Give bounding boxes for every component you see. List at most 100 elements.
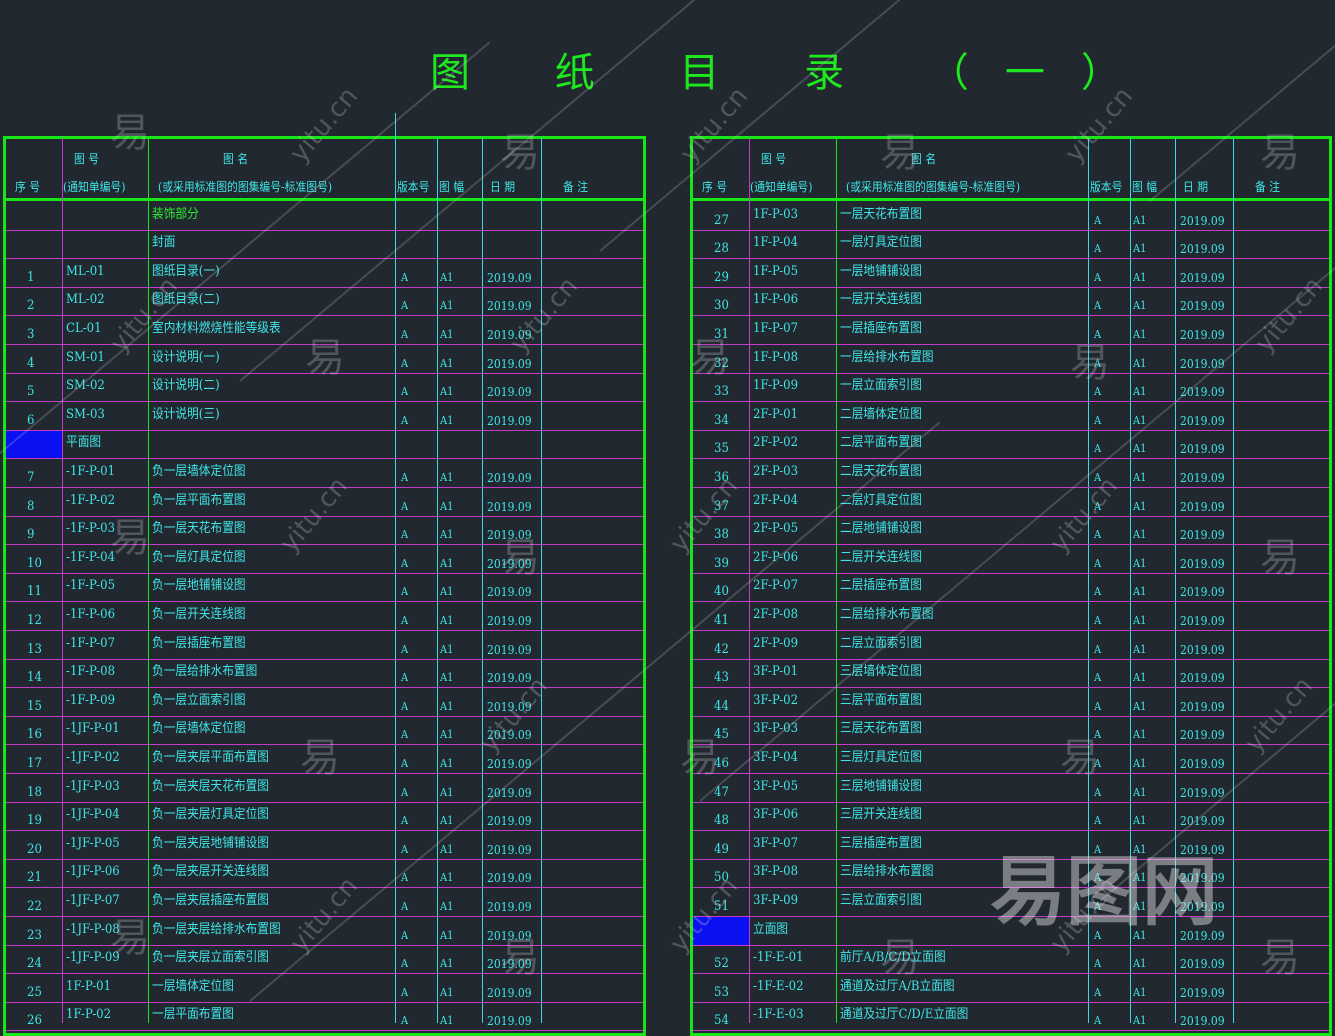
sheet-number: 4 bbox=[26, 355, 34, 371]
sheet-version: A bbox=[401, 328, 409, 341]
sheet-name: 前厅A/B/C/D立面图 bbox=[840, 950, 946, 966]
sheet-code: ML-02 bbox=[66, 292, 105, 308]
sheet-name: 负一层夹层开关连线图 bbox=[152, 864, 270, 880]
sheet-name: 负一层平面布置图 bbox=[152, 492, 246, 508]
sheet-size: A1 bbox=[440, 528, 454, 542]
sheet-size: A1 bbox=[1133, 499, 1147, 513]
sheet-version: A bbox=[1094, 471, 1102, 484]
right-row-divider bbox=[693, 401, 1329, 403]
sheet-version: A bbox=[401, 814, 409, 828]
sheet-number: 43 bbox=[713, 670, 729, 686]
left-row-divider bbox=[6, 858, 643, 860]
sheet-name: 图纸目录(一) bbox=[152, 263, 220, 279]
sheet-name: 通道及过厅C/D/E立面图 bbox=[840, 1007, 969, 1023]
sheet-code: -1F-P-04 bbox=[66, 549, 116, 565]
sheet-date: 2019.09 bbox=[487, 471, 532, 485]
sheet-number: 12 bbox=[26, 613, 42, 628]
sheet-version: A bbox=[1094, 1014, 1102, 1028]
sheet-number: 32 bbox=[713, 355, 729, 371]
sheet-version: A bbox=[1094, 900, 1102, 913]
sheet-code: -1F-P-03 bbox=[66, 521, 116, 537]
sheet-date: 2019.09 bbox=[1180, 270, 1225, 285]
left-row-divider bbox=[6, 744, 643, 746]
sheet-version: A bbox=[401, 299, 409, 313]
right-row-divider bbox=[693, 687, 1329, 689]
sheet-number: 20 bbox=[26, 841, 42, 857]
sheet-date: 2019.09 bbox=[487, 757, 532, 771]
sheet-name: 二层开关连线图 bbox=[840, 549, 922, 565]
left-header-divider bbox=[3, 198, 646, 201]
sheet-version: A bbox=[1094, 299, 1102, 313]
sheet-size: A1 bbox=[1133, 842, 1147, 856]
left-row-divider bbox=[6, 658, 643, 660]
sheet-date: 2019.09 bbox=[487, 728, 532, 743]
sheet-number: 16 bbox=[26, 727, 42, 743]
left-row-divider bbox=[6, 458, 643, 460]
sheet-size: A1 bbox=[440, 328, 454, 341]
sheet-version: A bbox=[1094, 842, 1102, 856]
sheet-name: 二层地铺铺设图 bbox=[840, 521, 922, 537]
right-header-name: 图 名 bbox=[911, 152, 937, 166]
left-row-divider bbox=[6, 973, 643, 975]
right-column-divider bbox=[1175, 138, 1176, 1023]
sheet-name: 负一层插座布置图 bbox=[152, 635, 246, 651]
sheet-code: -1F-P-05 bbox=[66, 578, 116, 594]
sheet-number: 8 bbox=[26, 498, 34, 514]
sheet-code: 2F-P-09 bbox=[753, 635, 799, 651]
sheet-size: A1 bbox=[1133, 928, 1147, 942]
sheet-name: 一层开关连线图 bbox=[840, 292, 922, 308]
right-row-divider bbox=[693, 973, 1329, 975]
sheet-code: 1F-P-03 bbox=[753, 206, 799, 222]
sheet-size: A1 bbox=[1133, 900, 1147, 913]
sheet-name: 三层开关连线图 bbox=[840, 807, 922, 823]
sheet-date: 2019.09 bbox=[1180, 328, 1225, 342]
drawing-title: 图 纸 目 录 （一） bbox=[430, 50, 1157, 96]
sheet-name: 负一层夹层天花布置图 bbox=[152, 778, 270, 794]
sheet-name: 负一层开关连线图 bbox=[152, 607, 246, 622]
sheet-size: A1 bbox=[1133, 785, 1147, 799]
right-header-name-sub: (或采用标准图的图集编号-标准图号) bbox=[846, 180, 1021, 194]
left-row-divider bbox=[6, 1030, 643, 1032]
sheet-code: 1F-P-02 bbox=[66, 1007, 112, 1023]
right-column-divider bbox=[1233, 138, 1234, 1023]
sheet-name: 三层地铺铺设图 bbox=[840, 778, 922, 794]
sheet-number: 35 bbox=[713, 441, 729, 457]
sheet-date: 2019.09 bbox=[1180, 213, 1225, 228]
sheet-version: A bbox=[1094, 957, 1102, 971]
sheet-name: 负一层立面索引图 bbox=[152, 692, 246, 708]
sheet-version: A bbox=[1094, 413, 1102, 427]
sheet-number: 46 bbox=[713, 756, 729, 771]
sheet-size: A1 bbox=[440, 671, 454, 685]
left-row-divider bbox=[6, 258, 643, 260]
sheet-date: 2019.09 bbox=[487, 528, 532, 543]
left-header-name: 图 名 bbox=[223, 152, 249, 166]
sheet-version: A bbox=[401, 699, 409, 713]
sheet-code: 2F-P-06 bbox=[753, 549, 799, 565]
sheet-version: A bbox=[401, 499, 409, 513]
sheet-code: 3F-P-05 bbox=[753, 778, 799, 794]
sheet-size: A1 bbox=[440, 985, 454, 999]
right-header-size: 图 幅 bbox=[1132, 180, 1158, 194]
section-label: 平面图 bbox=[66, 435, 102, 451]
left-column-divider bbox=[437, 138, 438, 1023]
sheet-size: A1 bbox=[440, 957, 454, 971]
sheet-size: A1 bbox=[1133, 957, 1147, 971]
sheet-number: 27 bbox=[713, 212, 729, 228]
sheet-number: 29 bbox=[713, 269, 729, 285]
sheet-size: A1 bbox=[440, 728, 454, 742]
sheet-version: A bbox=[401, 842, 409, 856]
sheet-code: 2F-P-04 bbox=[753, 492, 799, 508]
right-row-divider bbox=[693, 801, 1329, 803]
section-label: 立面图 bbox=[753, 921, 789, 937]
sheet-date: 2019.09 bbox=[1180, 985, 1225, 1000]
sheet-code: CL-01 bbox=[66, 321, 102, 336]
right-row-divider bbox=[693, 258, 1329, 260]
sheet-name: 三层平面布置图 bbox=[840, 692, 922, 708]
sheet-code: 3F-P-02 bbox=[753, 692, 799, 708]
sheet-name: 一层墙体定位图 bbox=[152, 978, 234, 994]
sheet-date: 2019.09 bbox=[1180, 671, 1225, 686]
right-row-divider bbox=[693, 658, 1329, 660]
sheet-date: 2019.09 bbox=[1180, 957, 1225, 972]
sheet-date: 2019.09 bbox=[487, 842, 532, 857]
sheet-name: 图纸目录(二) bbox=[152, 292, 220, 308]
